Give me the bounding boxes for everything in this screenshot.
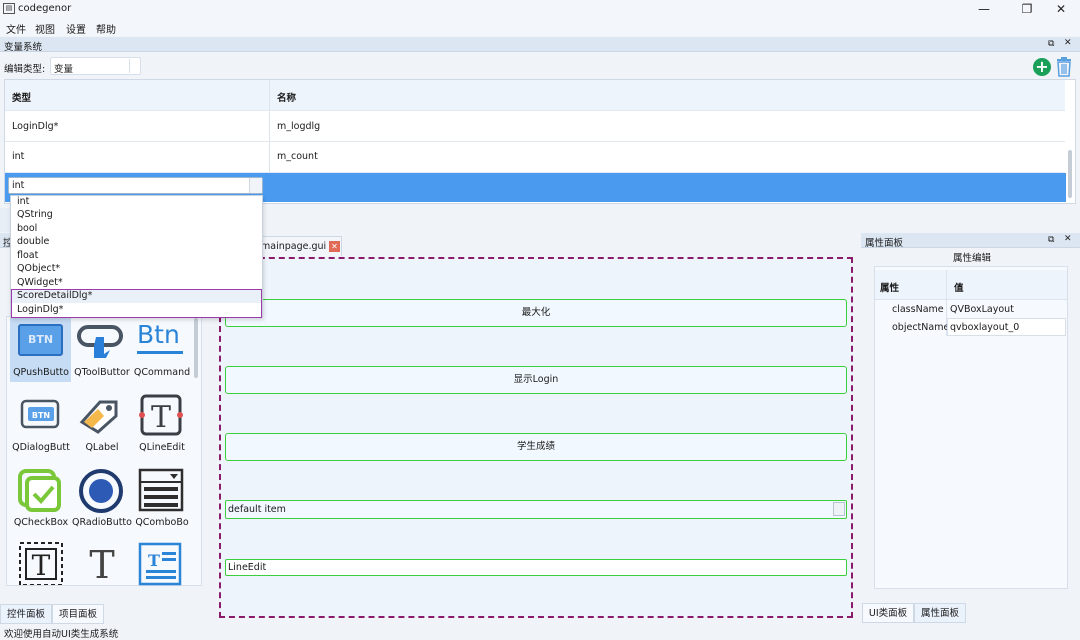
menu-help[interactable]: 帮助 [96,21,116,36]
property-value[interactable]: QVBoxLayout [950,304,1014,315]
widget-label-qlineedit[interactable]: QLineEdit [131,442,193,453]
table-cell-type[interactable]: LoginDlg* [12,121,58,132]
tab-property-panel[interactable]: 属性面板 [914,603,966,623]
radiobutton-icon[interactable] [78,468,124,514]
close-button[interactable]: ✕ [1044,1,1078,17]
canvas-lineedit[interactable]: LineEdit [225,559,847,576]
dock-close-icon[interactable]: ✕ [1064,234,1072,244]
dropdown-option[interactable]: int [17,196,29,207]
canvas-button-show-login[interactable]: 显示Login [225,366,847,394]
table-cell-type[interactable]: int [12,151,24,162]
chevron-down-icon[interactable] [833,502,845,516]
property-key: className [892,304,944,315]
minimize-button[interactable]: — [967,1,1001,17]
property-value-input[interactable]: qvboxlayout_0 [947,318,1066,336]
edit-type-label: 编辑类型: [4,64,46,75]
widget-label-qlabel[interactable]: QLabel [71,442,133,453]
combo-divider [129,59,130,73]
chevron-down-icon[interactable] [249,178,262,193]
row-divider [5,141,1065,142]
delete-variable-icon[interactable] [1055,57,1073,77]
lineedit-icon[interactable]: T [138,394,184,438]
canvas-combobox[interactable]: default item [225,500,847,519]
property-column-value[interactable]: 值 [954,280,964,294]
property-key: objectName [892,322,950,333]
svg-text:T: T [151,400,171,435]
widget-label-qdialogbutton[interactable]: QDialogButt [10,442,72,453]
plaintext-icon[interactable]: T [82,542,122,584]
dropdown-option[interactable]: bool [17,223,37,234]
table-cell-name[interactable]: m_count [277,151,318,162]
checkbox-icon[interactable] [18,469,62,513]
tab-project-panel[interactable]: 项目面板 [52,604,104,624]
title-bar [0,0,1080,18]
pushbutton-icon-text: BTN [27,333,54,346]
canvas-button-maximize[interactable]: 最大化 [225,299,847,327]
pushbutton-icon[interactable]: BTN [18,324,63,356]
commandlink-underline [137,351,183,354]
commandlink-icon-text: Btn [137,320,180,349]
restore-button[interactable]: ❐ [1010,1,1044,17]
canvas-combobox-text: default item [228,504,286,515]
tab-close-icon[interactable]: ✕ [329,241,340,252]
table-scrollbar[interactable] [1068,150,1072,198]
dropdown-option[interactable]: QWidget* [17,277,63,288]
menu-settings[interactable]: 设置 [66,21,86,36]
svg-text:BTN: BTN [32,411,50,420]
widget-label-qcheckbox[interactable]: QCheckBox [10,517,72,528]
editor-tab-label: mainpage.gui [261,241,327,252]
column-header-type[interactable]: 类型 [12,90,31,104]
property-value: qvboxlayout_0 [950,322,1020,333]
status-bar: 欢迎使用自动UI类生成系统 [4,629,119,640]
label-icon[interactable] [78,396,122,436]
column-header-name[interactable]: 名称 [277,90,296,104]
table-cell-name[interactable]: m_logdlg [277,121,320,132]
dock-float-icon[interactable]: ⧉ [1048,39,1054,49]
palette-scrollbar[interactable] [194,318,198,378]
dropdown-option[interactable]: QString [17,209,53,220]
table-header [5,80,1065,110]
textbrowser-icon[interactable]: T [138,542,184,586]
commandlink-icon[interactable]: Btn [135,320,185,356]
widget-label-qradiobutton[interactable]: QRadioButto [71,517,133,528]
edit-type-value: 变量 [54,64,74,75]
svg-text:T: T [32,549,51,582]
dialogbutton-icon[interactable]: BTN [20,397,62,431]
canvas-button-scores[interactable]: 学生成绩 [225,433,847,461]
tab-ui-class-panel[interactable]: UI类面板 [862,603,914,623]
menu-view[interactable]: 视图 [35,21,55,36]
variable-dock-title: 变量系统 [4,42,43,53]
textedit-icon[interactable]: T [18,541,64,585]
variable-dock-header [0,37,1080,52]
toolbutton-icon[interactable] [76,322,126,360]
app-icon: ▤ [3,3,15,14]
dropdown-highlight-box [11,289,262,318]
edit-type-combo[interactable]: 变量 [50,57,141,75]
widget-label-qpushbutton[interactable]: QPushButto [10,367,72,378]
dock-close-icon[interactable]: ✕ [1064,38,1072,48]
type-combo-editor[interactable]: int [8,177,263,194]
dock-float-icon[interactable]: ⧉ [1048,235,1054,245]
property-column-key[interactable]: 属性 [880,280,899,294]
dropdown-option[interactable]: QObject* [17,263,60,274]
menu-bar [0,18,1080,36]
dropdown-option[interactable]: float [17,250,38,261]
canvas-lineedit-text: LineEdit [228,562,267,573]
dropdown-option[interactable]: double [17,236,49,247]
menu-file[interactable]: 文件 [6,21,26,36]
property-dock-title: 属性面板 [865,238,904,249]
type-combo-value: int [12,180,25,191]
svg-text:T: T [89,543,114,584]
svg-text:T: T [148,551,160,570]
property-group-title: 属性编辑 [950,250,995,264]
row-divider [5,110,1065,111]
tab-widget-panel[interactable]: 控件面板 [0,604,52,624]
window-title: codegenor [18,3,72,14]
widget-label-qtoolbutton[interactable]: QToolButtor [71,367,133,378]
combobox-icon[interactable] [138,468,184,512]
property-table-header [875,270,1067,300]
add-variable-icon[interactable]: + [1033,58,1051,76]
widget-label-qcombobox[interactable]: QComboBo [131,517,193,528]
widget-label-qcommand[interactable]: QCommand [131,367,193,378]
